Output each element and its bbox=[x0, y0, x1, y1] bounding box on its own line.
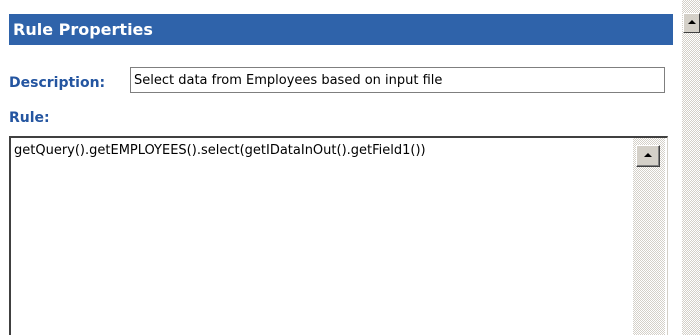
panel-title: Rule Properties bbox=[9, 14, 673, 45]
page-scrollbar[interactable] bbox=[682, 0, 700, 335]
arrow-up-icon bbox=[688, 20, 696, 24]
rule-scroll-up-button[interactable] bbox=[636, 145, 660, 167]
rule-properties-panel: Rule Properties Description: Rule: getQu… bbox=[0, 0, 682, 335]
rule-scrollbar[interactable] bbox=[633, 138, 665, 335]
description-label: Description: bbox=[9, 75, 106, 91]
rule-label: Rule: bbox=[9, 110, 50, 126]
arrow-up-icon bbox=[644, 153, 652, 157]
description-input[interactable] bbox=[130, 67, 665, 93]
page-scroll-up-button[interactable] bbox=[683, 13, 700, 33]
rule-text: getQuery().getEMPLOYEES().select(getIDat… bbox=[14, 143, 426, 158]
rule-editor[interactable]: getQuery().getEMPLOYEES().select(getIDat… bbox=[9, 136, 668, 335]
